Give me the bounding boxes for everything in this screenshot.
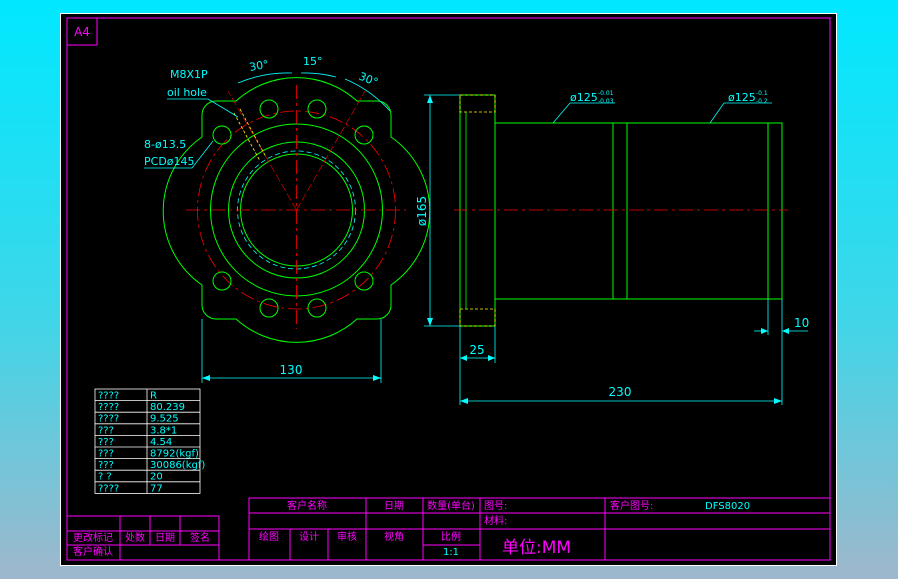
body-end (767, 122, 783, 300)
flange-hole-hidden (459, 94, 496, 113)
tb-review: 审核 (337, 530, 357, 543)
angle-left-label: 30° (248, 58, 269, 74)
front-view: 30° 15° 30° M8X1P oil hole 8-ø13.5 PCDø1… (144, 55, 431, 383)
bolt-hole (307, 99, 327, 119)
oil-hole-label: oil hole (167, 86, 207, 99)
dia2-tol-upper: -0.1 (756, 90, 768, 97)
spec-value: 3.8*1 (150, 425, 177, 436)
cad-drawing: A4 30° 15° 30° M8X1P oil hole 8-ø13.5 PC… (60, 13, 837, 566)
body-groove (612, 122, 628, 300)
angle-right-label: 30° (357, 70, 380, 89)
tb-unit: 单位:MM (502, 538, 571, 558)
arrow (782, 328, 789, 334)
spec-label: ??? (98, 437, 114, 448)
sheet-size-label: A4 (74, 25, 90, 39)
drawing-sheet: A4 30° 15° 30° M8X1P oil hole 8-ø13.5 PC… (60, 13, 837, 566)
spec-value: 9.525 (150, 414, 179, 425)
tb-quantity: 数量(单台) (427, 499, 475, 512)
angle-mid-label: 15° (303, 55, 323, 68)
side-flange (459, 94, 496, 327)
dia1-tol-lower: -0.03 (598, 98, 614, 105)
tb-material: 材料: (484, 514, 507, 527)
width-dimension-label: 130 (280, 363, 303, 377)
total-length-label: 230 (609, 385, 632, 399)
bolt-hole (212, 271, 232, 291)
dia2-label: ø125 (728, 91, 756, 104)
dia2-leader (709, 102, 725, 124)
angle-ref-line-right (296, 90, 366, 211)
arrow (427, 318, 433, 326)
spec-value: 30086(kgf) (150, 460, 205, 471)
tb-view-angle: 视角 (384, 530, 404, 543)
tb-customer-confirm: 客户确认 (73, 545, 113, 558)
bolt-holes (212, 99, 374, 318)
oil-hole-line (233, 112, 261, 162)
arrow (460, 355, 467, 361)
dia2-tol-lower: -0.2 (756, 98, 768, 105)
flange-hole-hidden (459, 308, 496, 327)
dia1-label: ø125 (570, 91, 598, 104)
flange-width-label: 25 (469, 343, 484, 357)
arrow (761, 328, 768, 334)
spec-value: 77 (150, 483, 163, 494)
arrow (373, 375, 381, 381)
pcd-label: PCDø145 (144, 155, 195, 168)
spec-label: ??? (98, 460, 114, 471)
tb-design: 设计 (299, 530, 319, 543)
body-section-2 (626, 122, 769, 300)
dia1-leader (552, 102, 571, 124)
side-view: ø165 ø125 -0.01 -0.03 ø125 -0.1 -0.2 25 … (415, 90, 809, 405)
bolt-hole (354, 125, 374, 145)
tb-customer-name: 客户名称 (287, 499, 327, 512)
spec-label: ???? (98, 402, 119, 413)
arrow (202, 375, 210, 381)
spec-value: R (150, 391, 157, 402)
tb-scale-label: 比例 (441, 530, 461, 543)
tb-draw: 绘图 (259, 530, 279, 543)
spec-label: ???? (98, 483, 119, 494)
bolt-holes-label: 8-ø13.5 (144, 138, 186, 151)
spec-label: ???? (98, 414, 119, 425)
arrow (427, 95, 433, 103)
spec-label: ??? (98, 449, 114, 460)
spec-label: ? ? (98, 472, 112, 483)
arrow (774, 398, 782, 404)
tb-date: 日期 (384, 500, 404, 512)
arrow (460, 398, 468, 404)
spec-label: ??? (98, 425, 114, 436)
spec-value: 80.239 (150, 402, 185, 413)
dia1-tol-upper: -0.01 (598, 90, 614, 97)
tb-drawing-no: DFS8020 (705, 501, 750, 512)
oil-hole-thread-label: M8X1P (170, 68, 208, 81)
tb-part-no: 图号: (484, 500, 507, 512)
bolt-hole (259, 298, 279, 318)
arrow (488, 355, 495, 361)
tb-change-mark: 更改标记 (73, 531, 113, 544)
spec-table: ???? R???? 80.239???? 9.525??? 3.8*1??? 4.54?… (94, 388, 205, 494)
spec-label: ???? (98, 391, 119, 402)
spec-value: 20 (150, 472, 163, 483)
spec-value: 8792(kgf) (150, 449, 199, 460)
tb-scale: 1:1 (443, 547, 459, 558)
tb-place: 处数 (125, 531, 145, 544)
bolt-hole (307, 298, 327, 318)
oil-hole-line (239, 108, 267, 158)
bolt-hole (354, 271, 374, 291)
spec-value: 4.54 (150, 437, 172, 448)
end-length-label: 10 (794, 316, 809, 330)
body-section-1 (495, 122, 614, 300)
tb-drawing-no-label: 客户图号: (610, 499, 653, 512)
angle-arc-mid (300, 72, 337, 78)
bolt-hole (212, 125, 232, 145)
tb-sign: 签名 (190, 531, 210, 544)
tb-date2: 日期 (155, 532, 175, 544)
flange-dia-label: ø165 (415, 196, 429, 226)
